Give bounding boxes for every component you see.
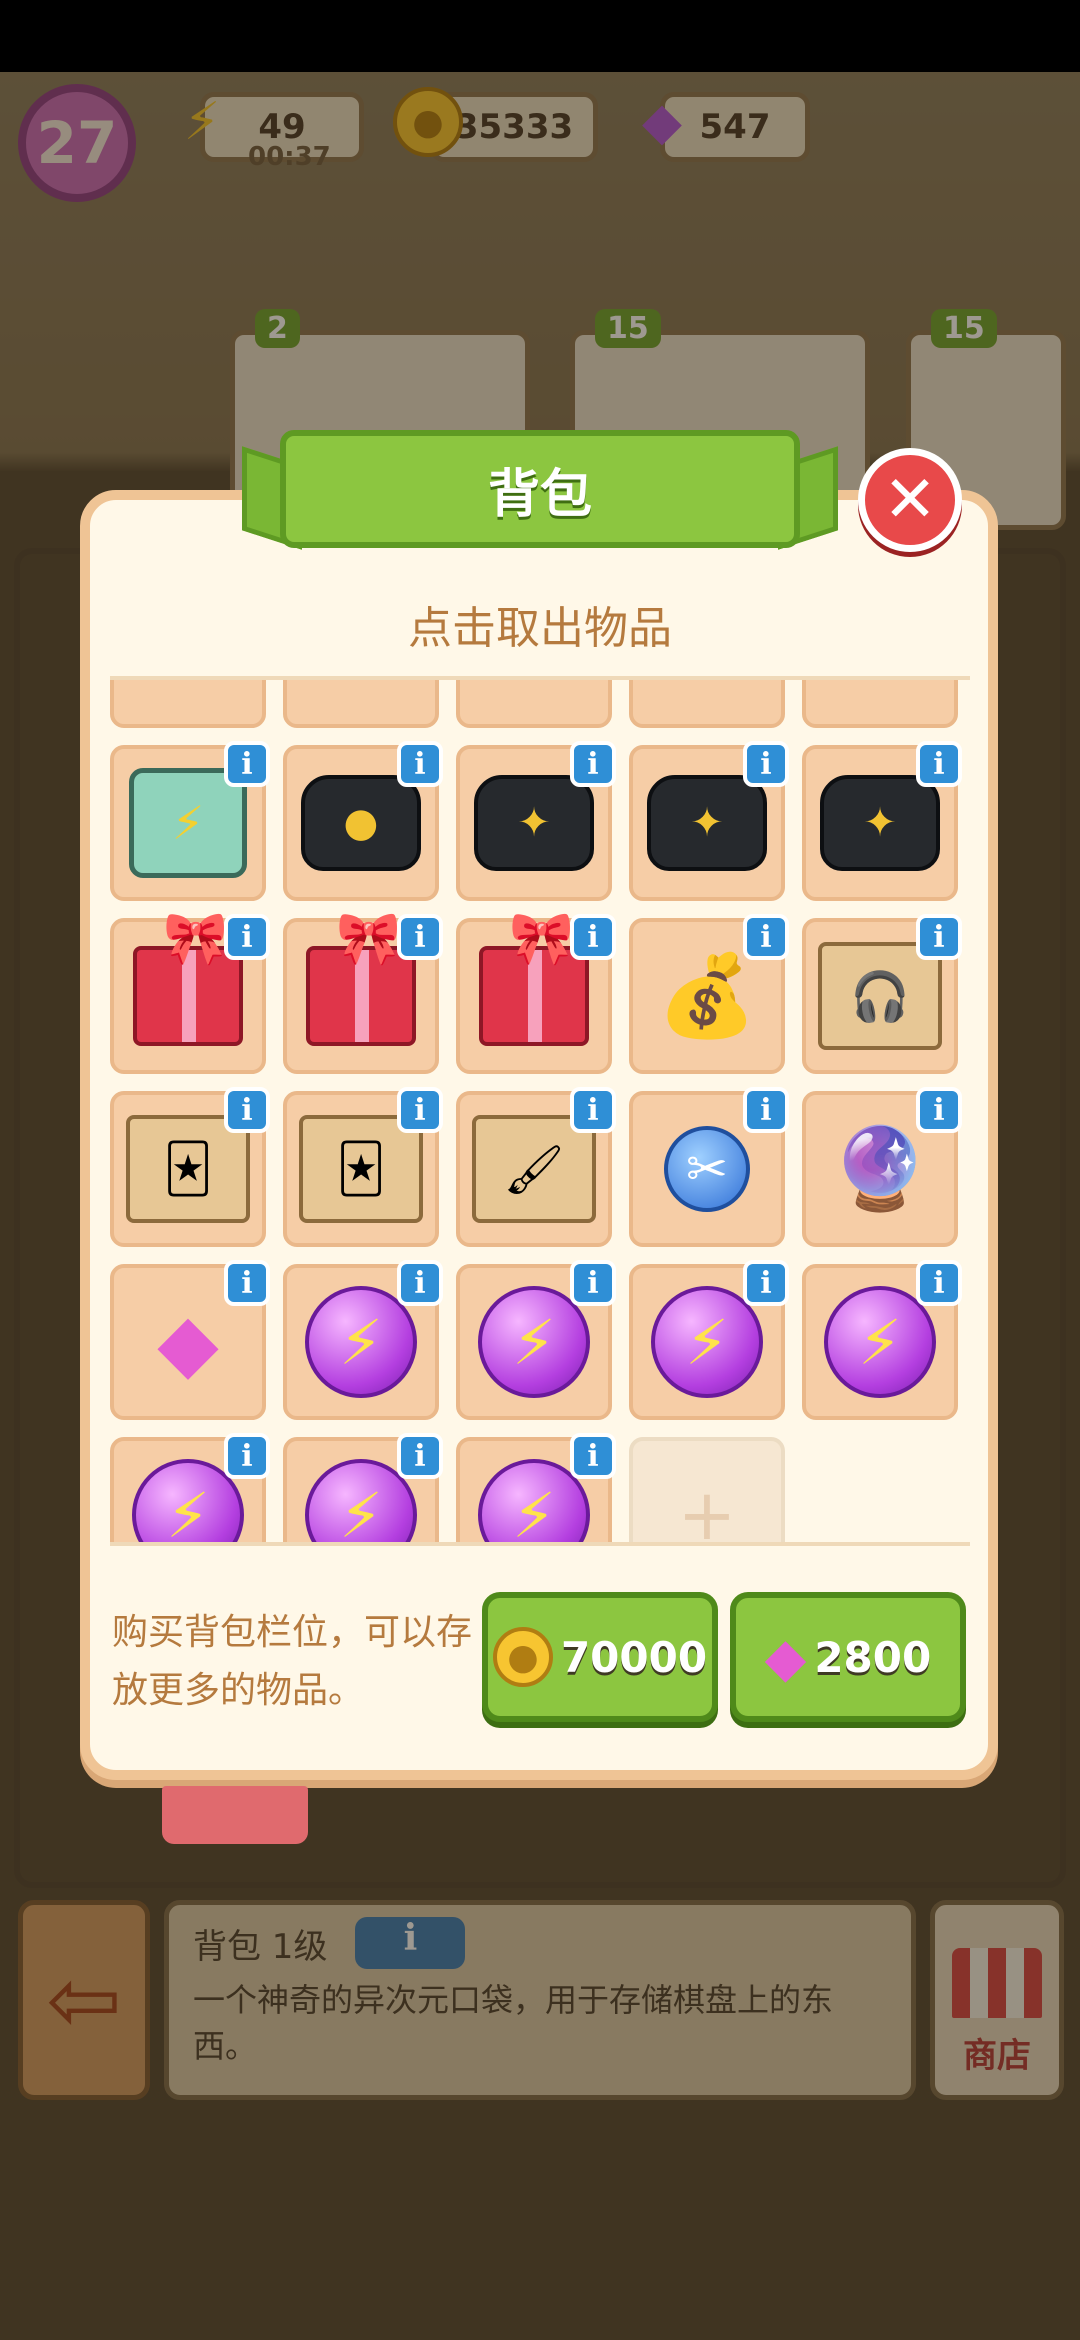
backpack-slot[interactable]: i	[456, 908, 616, 1074]
info-icon[interactable]: i	[743, 914, 789, 960]
info-icon[interactable]: i	[397, 1087, 443, 1133]
info-icon[interactable]: i	[570, 1087, 616, 1133]
coin-price: 70000	[560, 1632, 708, 1682]
info-icon[interactable]: i	[916, 1087, 962, 1133]
backpack-slot[interactable]: i	[283, 908, 443, 1074]
buy-with-coins-button[interactable]: ● 70000	[482, 1592, 718, 1722]
info-icon[interactable]: i	[743, 741, 789, 787]
empty-slot-plus-icon: +	[677, 1474, 737, 1546]
info-icon[interactable]: i	[743, 1260, 789, 1306]
coin-bag-icon: 💰	[657, 949, 757, 1042]
backpack-slot[interactable]: ◆ i	[110, 1260, 270, 1420]
backpack-slot[interactable]: ⚡ i	[110, 741, 270, 901]
empty-slot[interactable]: +	[629, 1437, 785, 1546]
info-icon[interactable]: i	[224, 1433, 270, 1479]
black-bag-icon: ✦	[820, 775, 940, 871]
info-icon[interactable]: i	[570, 741, 616, 787]
backpack-slot[interactable]	[283, 676, 439, 728]
backpack-slot[interactable]: ⚡ i	[283, 1433, 443, 1542]
backpack-slot[interactable]: 🃏 i	[283, 1087, 443, 1247]
backpack-slot[interactable]: ⚡ i	[456, 1260, 616, 1420]
backpack-slot[interactable]: 💰 i	[629, 914, 789, 1074]
info-icon[interactable]: i	[570, 914, 616, 960]
dialog-bottom-tab	[162, 1786, 308, 1844]
info-icon[interactable]: i	[224, 914, 270, 960]
backpack-slot[interactable]	[629, 676, 785, 728]
backpack-slot[interactable]: 🖌 i	[456, 1087, 616, 1247]
backpack-slot[interactable]: 🃏 i	[110, 1087, 270, 1247]
backpack-slot[interactable]: ⚡ i	[629, 1260, 789, 1420]
info-icon[interactable]: i	[743, 1087, 789, 1133]
backpack-slot[interactable]: ⚡ i	[110, 1433, 270, 1542]
coin-icon: ●	[492, 1627, 553, 1687]
backpack-slot[interactable]: ● i	[283, 741, 443, 901]
backpack-slot[interactable]: ✦ i	[456, 741, 616, 901]
backpack-slot[interactable]: i	[110, 908, 270, 1074]
buy-slot-text: 购买背包栏位，可以存放更多的物品。	[112, 1612, 473, 1711]
info-icon[interactable]: i	[397, 914, 443, 960]
info-icon[interactable]: i	[916, 914, 962, 960]
partial-item	[647, 676, 767, 680]
gem-icon: ◆	[764, 1625, 807, 1689]
backpack-slot[interactable]	[456, 676, 612, 728]
gift-box-icon	[306, 908, 416, 1046]
gem-price: 2800	[814, 1632, 932, 1682]
backpack-grid-scroll[interactable]: ⚡ i ● i ✦ i ✦ i ✦ i i i i 💰 i 🎧 i 🃏 i 🃏 i 🖌 i ✂ i 🔮 i ◆ i ⚡ i ⚡ i ⚡ i ⚡ i ⚡ i ⚡…	[110, 676, 970, 1546]
backpack-grid: ⚡ i ● i ✦ i ✦ i ✦ i i i i 💰 i 🎧 i 🃏 i 🃏 i 🖌 i ✂ i 🔮 i ◆ i ⚡ i ⚡ i ⚡ i ⚡ i ⚡ i ⚡…	[110, 676, 962, 1546]
backpack-slot[interactable]: ✦ i	[802, 741, 962, 901]
partial-item	[128, 676, 248, 680]
info-icon[interactable]: i	[570, 1260, 616, 1306]
info-icon[interactable]: i	[397, 741, 443, 787]
gift-box-icon	[133, 908, 243, 1046]
buy-with-gems-button[interactable]: ◆ 2800	[730, 1592, 966, 1722]
plasma-ball-icon: 🔮	[830, 1122, 930, 1215]
dialog-hint: 点击取出物品	[408, 603, 672, 654]
backpack-slot[interactable]: ✂ i	[629, 1087, 789, 1247]
info-icon[interactable]: i	[397, 1260, 443, 1306]
backpack-slot[interactable]: ⚡ i	[802, 1260, 962, 1420]
gift-box-icon	[479, 908, 589, 1046]
info-icon[interactable]: i	[916, 1260, 962, 1306]
info-icon[interactable]: i	[570, 1433, 616, 1479]
partial-item	[474, 676, 594, 680]
info-icon[interactable]: i	[224, 741, 270, 787]
backpack-slot[interactable]: 🎧 i	[802, 914, 962, 1074]
black-bag-icon: ✦	[474, 775, 594, 871]
backpack-slot[interactable]: 🔮 i	[802, 1087, 962, 1247]
close-button[interactable]: ✕	[858, 448, 962, 552]
close-icon: ✕	[883, 463, 937, 537]
dialog-title: 背包	[280, 430, 800, 548]
info-icon[interactable]: i	[397, 1433, 443, 1479]
backpack-slot[interactable]	[802, 676, 958, 728]
partial-item	[820, 676, 940, 680]
backpack-dialog: 背包 ✕ 点击取出物品 ⚡ i ● i ✦ i ✦ i ✦ i i i i 💰 i 🎧 i 🃏 i 🃏 i 🖌 i ✂ i 🔮 i ◆…	[0, 0, 1080, 2340]
info-icon[interactable]: i	[224, 1087, 270, 1133]
gem-pile-icon: ◆	[157, 1295, 219, 1389]
scissors-token-icon: ✂	[664, 1126, 750, 1212]
info-icon[interactable]: i	[916, 741, 962, 787]
black-bag-icon: ✦	[647, 775, 767, 871]
backpack-slot[interactable]	[110, 676, 266, 728]
black-bag-icon: ●	[301, 775, 421, 871]
info-icon[interactable]: i	[224, 1260, 270, 1306]
backpack-slot[interactable]: ⚡ i	[283, 1260, 443, 1420]
partial-item	[301, 676, 421, 680]
backpack-slot[interactable]: ✦ i	[629, 741, 789, 901]
backpack-slot[interactable]: ⚡ i	[456, 1433, 616, 1542]
